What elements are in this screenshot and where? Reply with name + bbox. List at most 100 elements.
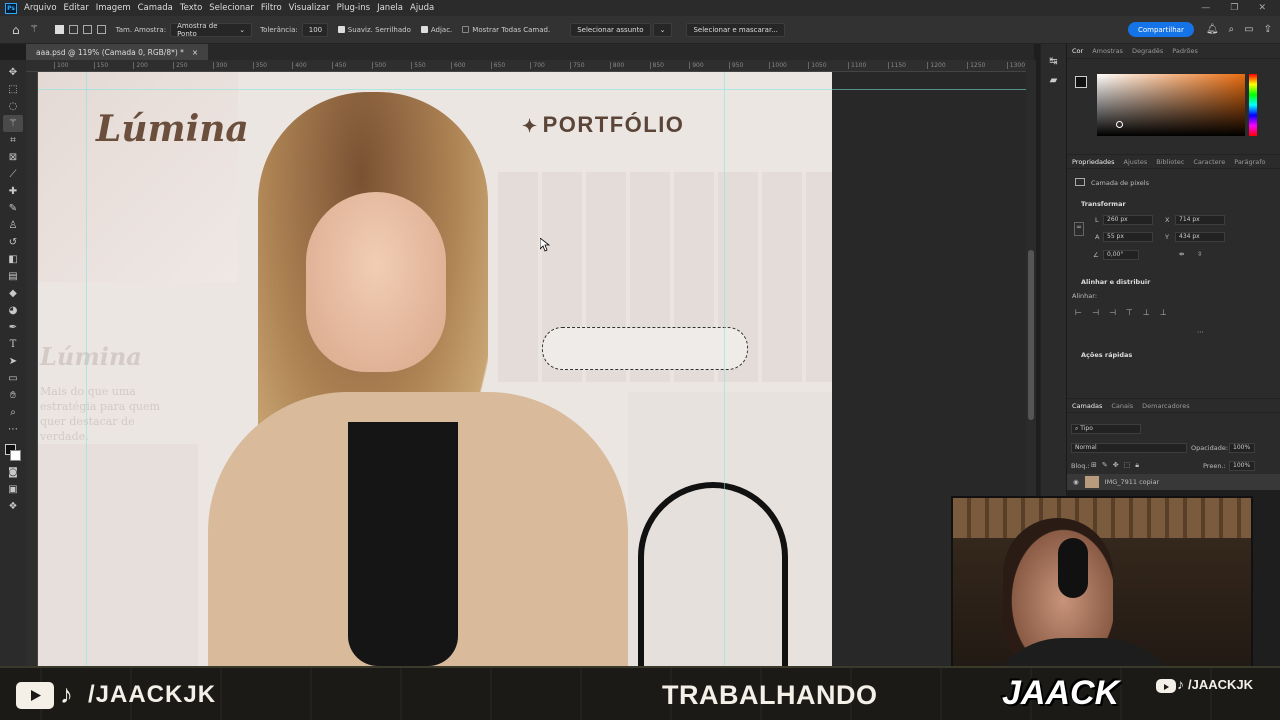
menu-texto[interactable]: Texto (180, 3, 202, 13)
path-selection-icon[interactable]: ➤ (3, 353, 23, 370)
guide-vertical[interactable] (724, 72, 725, 666)
tab-padroes[interactable]: Padrões (1172, 47, 1198, 55)
lock-icons[interactable]: ⊞✎✥⬚🔒︎ (1091, 461, 1144, 470)
gradient-tool-icon[interactable]: ▤ (3, 268, 23, 285)
tab-paragrafo[interactable]: Parágrafo (1234, 158, 1265, 166)
magic-wand-tool-icon[interactable]: ⚚ (3, 115, 23, 132)
layer-row[interactable]: ◉ IMG_7911 copiar (1067, 474, 1280, 490)
pen-tool-icon[interactable]: ✒ (3, 319, 23, 336)
color-picker-handle[interactable] (1116, 121, 1123, 128)
close-window-icon[interactable]: ✕ (1258, 3, 1266, 13)
tab-amostras[interactable]: Amostras (1092, 47, 1123, 55)
marching-ants-selection[interactable] (542, 327, 748, 370)
flip-vertical-icon[interactable]: ⇳ (1197, 250, 1202, 258)
tab-degrades[interactable]: Degradês (1132, 47, 1163, 55)
color-swatches[interactable] (3, 442, 23, 464)
more-options-icon[interactable]: ⋯ (1197, 328, 1204, 336)
align-right-icon[interactable]: ⊣ (1109, 308, 1116, 317)
hand-tool-icon[interactable]: ✋︎ (3, 387, 23, 404)
menu-selecionar[interactable]: Selecionar (209, 3, 254, 13)
frame-tool-icon[interactable]: ⊠ (3, 149, 23, 166)
document-tab[interactable]: aaa.psd @ 119% (Camada 0, RGB/8*) * × (26, 44, 209, 60)
layer-filter-select[interactable]: ⌕ Tipo (1071, 424, 1141, 434)
all-layers-checkbox[interactable]: Mostrar Todas Camad. (462, 26, 550, 34)
tab-camadas[interactable]: Camadas (1072, 402, 1102, 410)
menu-imagem[interactable]: Imagem (96, 3, 131, 13)
new-selection-icon[interactable] (54, 25, 64, 34)
canvas-workspace[interactable]: Lúmina ✦ PORTFÓLIO Lúmina Mais do que uma… (38, 72, 1026, 666)
quick-mask-icon[interactable]: ◙ (3, 464, 23, 481)
menu-visualizar[interactable]: Visualizar (289, 3, 330, 13)
blur-tool-icon[interactable]: ◆ (3, 285, 23, 302)
search-icon[interactable]: ⌕ (1229, 24, 1235, 35)
antialias-checkbox[interactable]: Suaviz. Serrilhado (337, 26, 411, 34)
color-field[interactable] (1097, 74, 1245, 136)
fill-input[interactable]: 100% (1229, 461, 1255, 471)
stamp-tool-icon[interactable]: ♙ (3, 217, 23, 234)
move-tool-icon[interactable]: ✥ (3, 64, 23, 81)
select-mask-button[interactable]: Selecionar e mascarar... (686, 22, 785, 37)
scrollbar-thumb[interactable] (1028, 250, 1034, 420)
menu-plugins[interactable]: Plug-ins (337, 3, 371, 13)
eyedropper-tool-icon[interactable]: ⟋ (3, 166, 23, 183)
share-button[interactable]: Compartilhar (1128, 22, 1194, 37)
menu-janela[interactable]: Janela (377, 3, 403, 13)
history-panel-icon[interactable]: ↹ (1041, 56, 1066, 67)
tolerance-input[interactable]: 100 (301, 22, 328, 37)
intersect-selection-icon[interactable] (96, 25, 106, 34)
eraser-tool-icon[interactable]: ◧ (3, 251, 23, 268)
menu-editar[interactable]: Editar (64, 3, 89, 13)
flip-horizontal-icon[interactable]: ⇹ (1179, 250, 1184, 258)
width-input[interactable]: 260 px (1103, 215, 1153, 225)
menu-ajuda[interactable]: Ajuda (410, 3, 434, 13)
tab-caractere[interactable]: Caractere (1193, 158, 1225, 166)
align-left-icon[interactable]: ⊢ (1075, 308, 1082, 317)
align-top-icon[interactable]: ⊤ (1126, 308, 1133, 317)
extras-icon[interactable]: ❖ (3, 498, 23, 515)
x-input[interactable]: 714 px (1175, 215, 1225, 225)
transform-title[interactable]: Transformar (1081, 200, 1126, 208)
foreground-color-swatch[interactable] (1075, 76, 1087, 88)
quick-actions-title[interactable]: Ações rápidas (1081, 351, 1132, 359)
menu-filtro[interactable]: Filtro (261, 3, 282, 13)
select-subject-dropdown[interactable]: ⌄ (652, 22, 673, 37)
guide-vertical[interactable] (86, 72, 87, 666)
align-center-icon[interactable]: ⊣ (1092, 308, 1099, 317)
history-brush-icon[interactable]: ↺ (3, 234, 23, 251)
comments-panel-icon[interactable]: ▰ (1041, 75, 1066, 86)
crop-tool-icon[interactable]: ⌗ (3, 132, 23, 149)
healing-tool-icon[interactable]: ✚ (3, 183, 23, 200)
add-selection-icon[interactable] (68, 25, 78, 34)
bell-icon[interactable]: 🔔︎ (1206, 24, 1219, 35)
type-tool-icon[interactable]: T (3, 336, 23, 353)
guide-horizontal[interactable] (38, 89, 1026, 90)
shape-tool-icon[interactable]: ▭ (3, 370, 23, 387)
tab-cor[interactable]: Cor (1072, 47, 1083, 55)
sample-size-select[interactable]: Amostra de Ponto ⌄ (170, 22, 253, 38)
screen-mode-icon[interactable]: ▣ (3, 481, 23, 498)
restore-icon[interactable]: ❐ (1230, 3, 1238, 13)
more-tools-icon[interactable]: ⋯ (3, 421, 23, 438)
subtract-selection-icon[interactable] (82, 25, 92, 34)
align-bottom-icon[interactable]: ⊥ (1160, 308, 1167, 317)
select-subject-button[interactable]: Selecionar assunto (570, 22, 651, 37)
angle-input[interactable]: 0,00° (1103, 250, 1139, 260)
close-tab-icon[interactable]: × (192, 48, 198, 57)
lasso-tool-icon[interactable]: ◌ (3, 98, 23, 115)
share-export-icon[interactable]: ⇪ (1264, 24, 1272, 35)
tab-demarcadores[interactable]: Demarcadores (1142, 402, 1189, 410)
magic-wand-icon[interactable]: ⚚ (30, 24, 39, 35)
hue-slider[interactable] (1249, 74, 1257, 136)
brush-tool-icon[interactable]: ✎ (3, 200, 23, 217)
eye-icon[interactable]: ◉ (1073, 478, 1079, 486)
dodge-tool-icon[interactable]: ◕ (3, 302, 23, 319)
home-icon[interactable]: ⌂ (12, 23, 20, 37)
menu-camada[interactable]: Camada (138, 3, 173, 13)
marquee-tool-icon[interactable]: ⬚ (3, 81, 23, 98)
tab-propriedades[interactable]: Propriedades (1072, 158, 1115, 166)
tab-bibliotecas[interactable]: Bibliotec (1156, 158, 1184, 166)
contiguous-checkbox[interactable]: Adjac. (420, 26, 452, 34)
y-input[interactable]: 434 px (1175, 232, 1225, 242)
tab-canais[interactable]: Canais (1111, 402, 1133, 410)
minimize-icon[interactable]: — (1201, 3, 1210, 13)
